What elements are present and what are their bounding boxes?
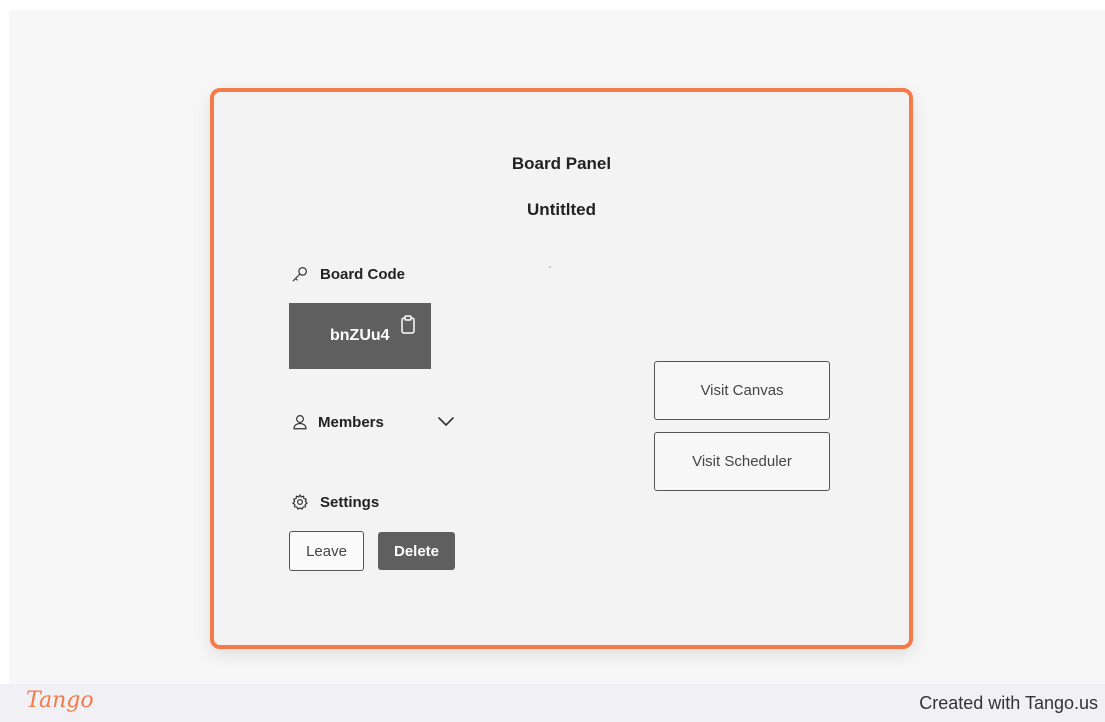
credit-text: Created with Tango.us [919,693,1098,713]
board-code-value: bnZUu4 [330,327,390,344]
key-icon [290,264,310,284]
visit-scheduler-button[interactable]: Visit Scheduler [654,432,830,491]
leave-button[interactable]: Leave [289,531,364,571]
settings-header: Settings [290,492,379,512]
board-code-box[interactable]: bnZUu4 [289,303,431,369]
footer-bar: Tango Created with Tango.us [0,684,1105,722]
board-code-header: Board Code [290,264,405,284]
members-label: Members [318,413,384,431]
board-code-label: Board Code [320,265,406,283]
panel-heading: Board Panel [511,154,612,173]
tango-logo: Tango [26,688,94,713]
members-header[interactable]: Members [290,412,384,432]
gear-icon [290,492,310,512]
dot-mark [549,266,551,268]
visit-canvas-button[interactable]: Visit Canvas [654,361,830,420]
user-icon [290,412,310,432]
board-name: Untitlted [527,200,596,219]
settings-label: Settings [320,493,380,511]
board-panel: Board Panel Untitlted Board Code bnZUu4 [210,88,913,649]
delete-button[interactable]: Delete [378,532,455,570]
clipboard-icon[interactable] [399,315,417,335]
chevron-down-icon[interactable] [436,412,456,432]
